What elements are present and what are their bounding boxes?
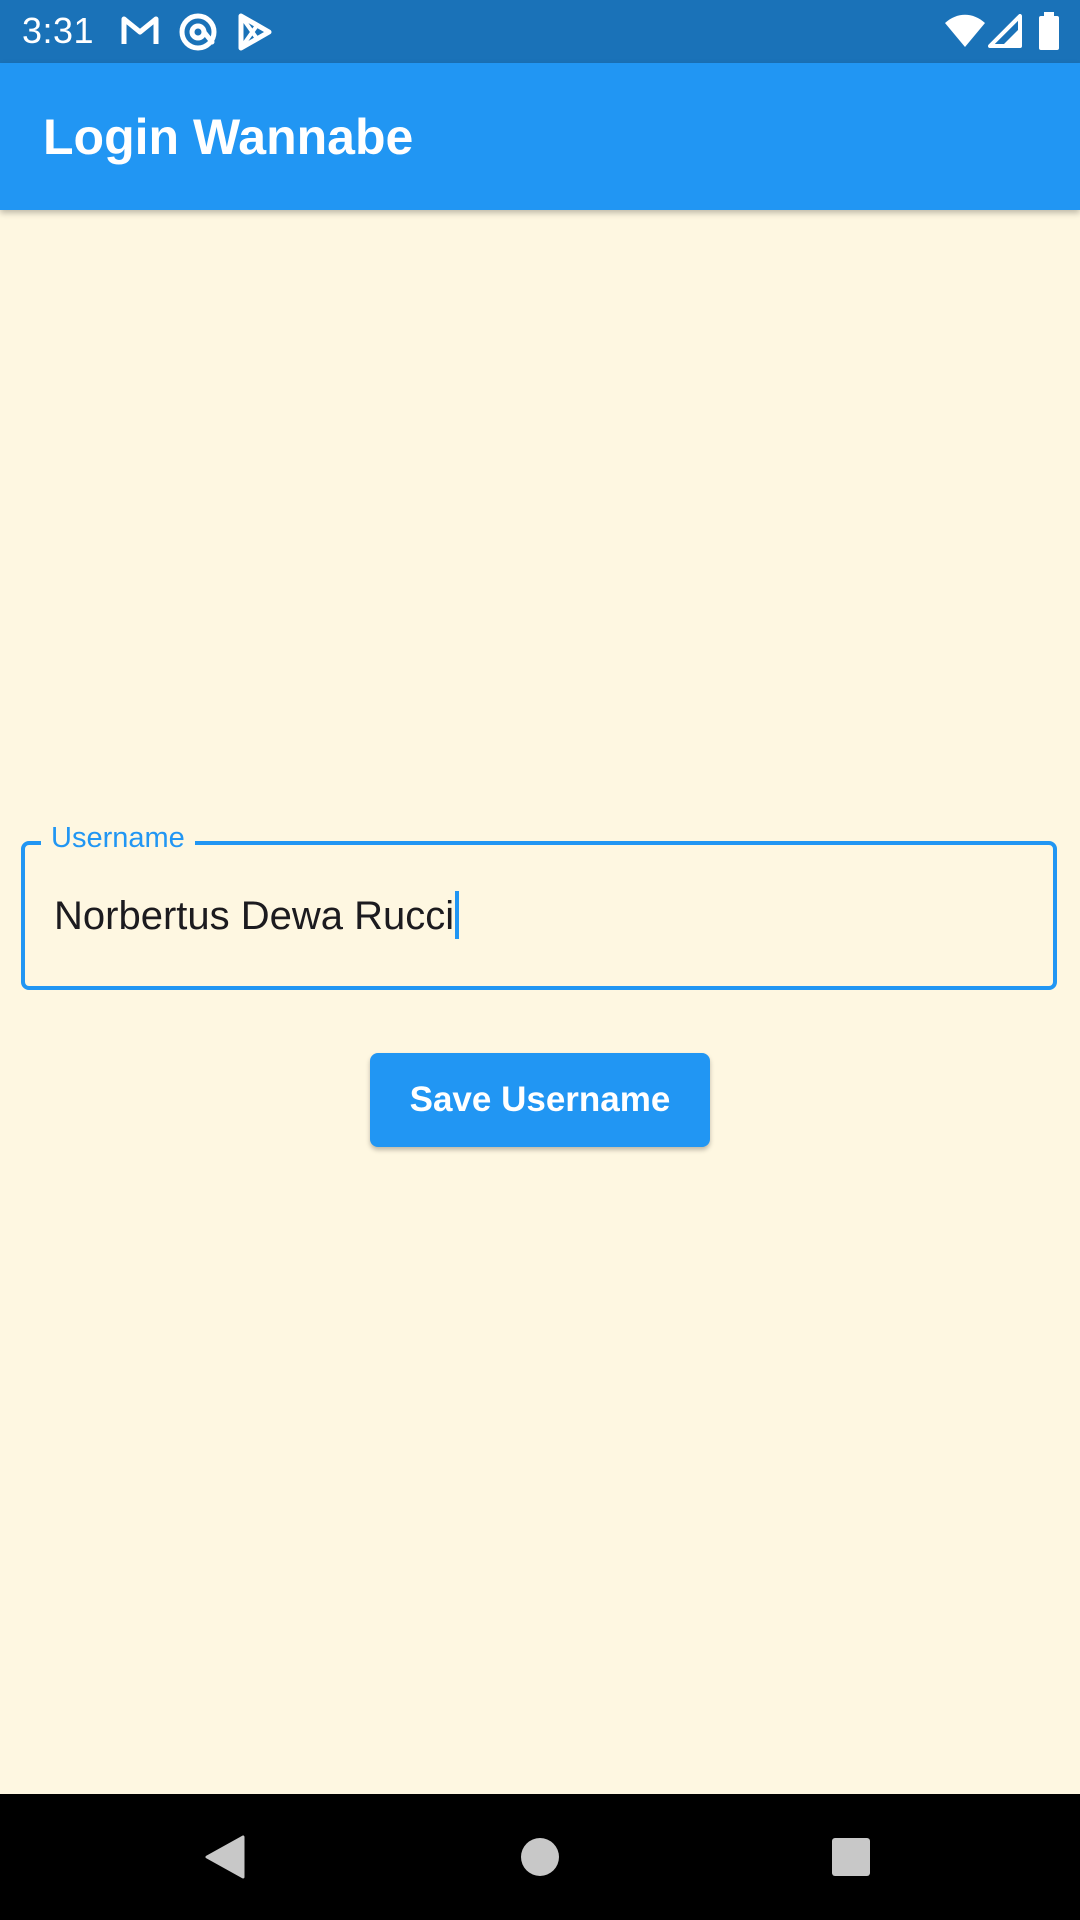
save-username-button[interactable]: Save Username [370,1053,710,1147]
username-value: Norbertus Dewa Rucci [54,894,455,938]
back-icon [205,1835,245,1879]
status-bar: 3:31 [0,0,1080,63]
username-label: Username [41,818,195,858]
status-time: 3:31 [22,10,95,51]
app-title: Login Wannabe [43,109,414,165]
username-field[interactable]: Username Norbertus Dewa Rucci [21,818,1079,990]
home-icon [520,1837,560,1877]
gmail-icon [120,14,160,48]
recents-icon [831,1837,871,1877]
play-store-icon [236,12,274,52]
text-cursor [455,891,460,940]
save-username-button-label: Save Username [409,1080,671,1119]
back-button[interactable] [160,1794,290,1920]
navigation-bar [0,1794,1080,1920]
cell-signal-icon [988,14,1022,48]
recents-button[interactable] [786,1794,916,1920]
at-sign-icon [178,12,218,52]
home-button[interactable] [475,1794,605,1920]
app-bar: Login Wannabe [0,63,1080,210]
battery-icon [1038,12,1060,50]
content-area: Username Norbertus Dewa Rucci Save Usern… [0,210,1080,1794]
username-input[interactable]: Norbertus Dewa Rucci [54,891,460,942]
wifi-icon [944,14,986,48]
